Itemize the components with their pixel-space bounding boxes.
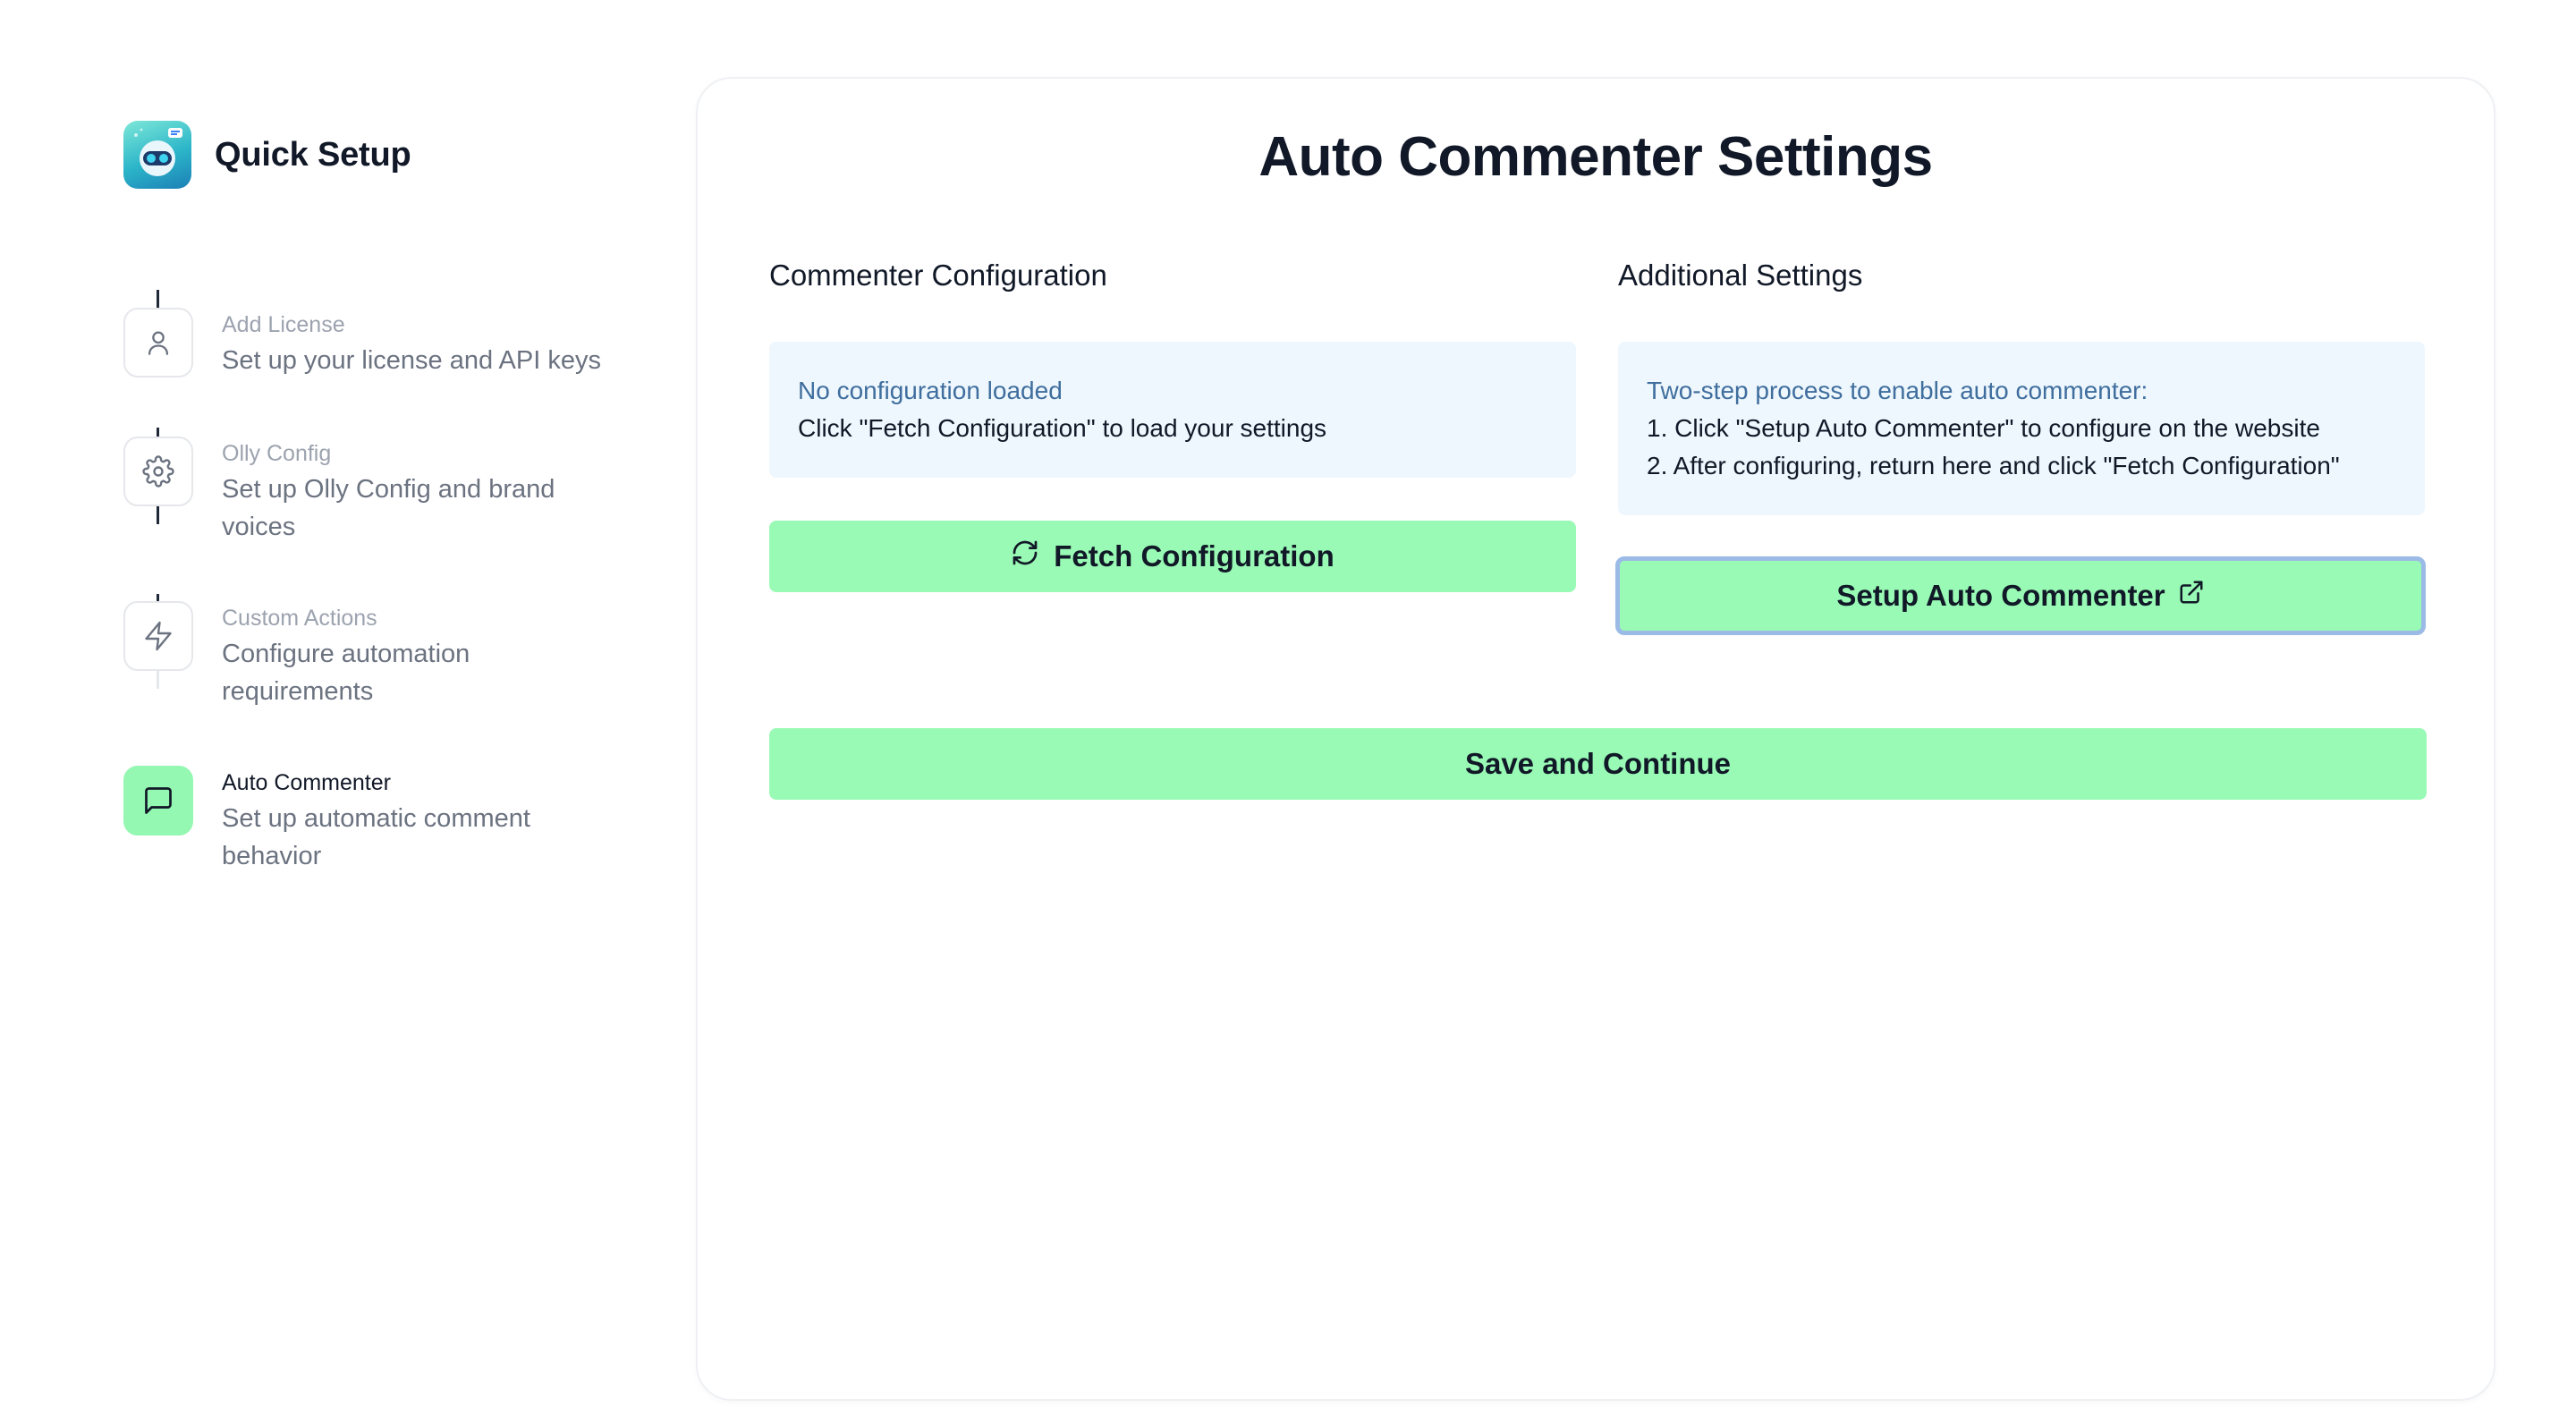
robot-logo-icon	[123, 121, 191, 189]
instructions-box: Two-step process to enable auto commente…	[1618, 342, 2425, 515]
app-window: Quick Setup Add License Set up your lice…	[0, 0, 2576, 1408]
gear-icon	[123, 437, 193, 506]
user-icon	[123, 308, 193, 377]
step-description: Set up Olly Config and brand voices	[222, 475, 555, 541]
refresh-icon	[1011, 539, 1039, 574]
configuration-status-box: No configuration loaded Click "Fetch Con…	[769, 342, 1576, 478]
commenter-configuration-section: Commenter Configuration No configuration…	[769, 258, 1576, 592]
step-label: Custom Actions	[222, 606, 377, 631]
setup-auto-commenter-button[interactable]: Setup Auto Commenter	[1615, 556, 2426, 635]
step-label: Olly Config	[222, 441, 332, 466]
save-and-continue-button[interactable]: Save and Continue	[769, 728, 2427, 800]
fetch-configuration-button[interactable]: Fetch Configuration	[769, 521, 1576, 592]
instruction-step-2: 2. After configuring, return here and cl…	[1647, 452, 2340, 479]
status-text: Click "Fetch Configuration" to load your…	[798, 414, 1327, 442]
sidebar-title: Quick Setup	[215, 135, 411, 174]
setup-sidebar: Quick Setup Add License Set up your lice…	[123, 118, 624, 870]
external-link-icon	[2178, 579, 2205, 613]
step-description: Set up automatic comment behavior	[222, 804, 530, 870]
instructions-title: Two-step process to enable auto commente…	[1647, 377, 2148, 404]
lightning-icon	[123, 601, 193, 671]
fetch-configuration-label: Fetch Configuration	[1054, 539, 1335, 573]
message-square-icon	[123, 766, 193, 835]
step-description: Configure automation requirements	[222, 640, 470, 706]
status-title: No configuration loaded	[798, 377, 1063, 404]
page-title: Auto Commenter Settings	[1258, 126, 1933, 188]
step-description: Set up your license and API keys	[222, 346, 601, 375]
instruction-step-1: 1. Click "Setup Auto Commenter" to confi…	[1647, 414, 2320, 442]
additional-settings-section: Additional Settings Two-step process to …	[1615, 258, 2426, 635]
settings-card: Auto Commenter Settings Commenter Config…	[696, 77, 2496, 1401]
step-label: Add License	[222, 312, 345, 337]
section-heading: Additional Settings	[1618, 259, 1863, 292]
brand: Quick Setup	[123, 118, 624, 191]
section-heading: Commenter Configuration	[769, 259, 1107, 292]
step-label: Auto Commenter	[222, 770, 391, 795]
setup-auto-commenter-label: Setup Auto Commenter	[1836, 579, 2165, 612]
